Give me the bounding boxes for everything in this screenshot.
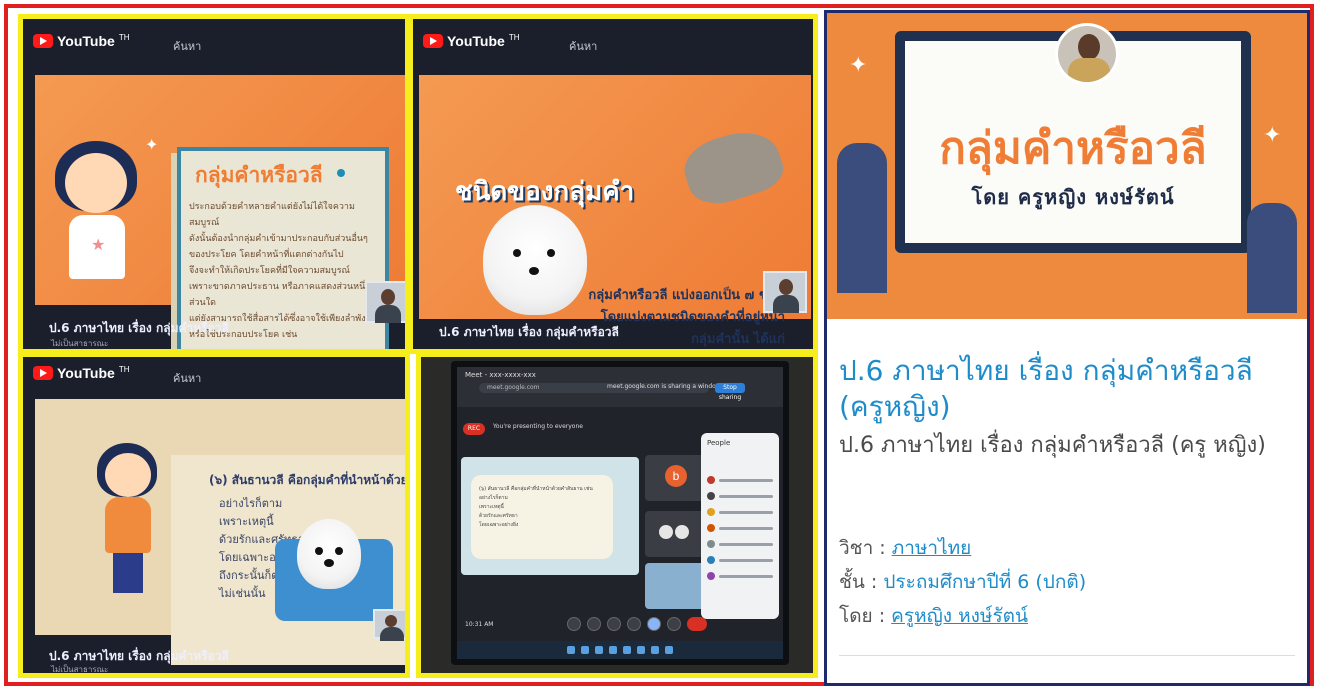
whiteboard: กลุ่มคำหรือวลี โดย ครูหญิง หงษ์รัตน์ bbox=[895, 23, 1251, 253]
present-button[interactable] bbox=[647, 617, 661, 631]
video-caption[interactable]: ป.6 ภาษาไทย เรื่อง กลุ่มคำหรือวลี bbox=[439, 323, 619, 342]
subject-row: วิชา : ภาษาไทย bbox=[839, 533, 971, 563]
teacher-photo bbox=[1055, 23, 1119, 85]
visibility-label: ไม่เป็นสาธารณะ bbox=[51, 339, 109, 348]
author-label: โดย : bbox=[839, 605, 892, 627]
presenting-notice: You're presenting to everyone bbox=[493, 423, 583, 430]
sparkle-icon: ✦ bbox=[145, 135, 159, 154]
screenshot-panel-1: YouTube TH ค้นหา กลุ่มคำหรือวลี ประกอบด้… bbox=[18, 14, 410, 354]
cartoon-girl-face bbox=[65, 153, 127, 213]
raise-hand-button[interactable] bbox=[627, 617, 641, 631]
youtube-region: TH bbox=[118, 365, 130, 374]
youtube-play-icon bbox=[33, 34, 53, 48]
slide-title: (๖) สันธานวลี คือกลุ่มคำที่นำหน้าด้วยคำส… bbox=[209, 473, 408, 487]
grade-row: ชั้น : ประถมศึกษาปีที่ 6 (ปกติ) bbox=[839, 567, 1086, 597]
white-dog-photo bbox=[483, 205, 587, 315]
laptop-screen: Meet - xxx-xxxx-xxx meet.google.com meet… bbox=[451, 361, 789, 665]
youtube-logo[interactable]: YouTube TH bbox=[33, 365, 129, 381]
grade-label: ชั้น : bbox=[839, 571, 884, 593]
screenshot-panel-4: Meet - xxx-xxxx-xxx meet.google.com meet… bbox=[416, 352, 818, 678]
youtube-region: TH bbox=[118, 33, 130, 42]
browser-tab[interactable]: Meet - xxx-xxxx-xxx bbox=[465, 371, 536, 379]
video-title[interactable]: ป.6 ภาษาไทย เรื่อง กลุ่มคำหรือวลี (ครูหญ… bbox=[839, 353, 1299, 425]
search-label[interactable]: ค้นหา bbox=[569, 37, 597, 55]
youtube-brand: YouTube bbox=[57, 33, 115, 49]
visibility-label: ไม่เป็นสาธารณะ bbox=[51, 665, 109, 674]
video-page: ✦ ✦ กลุ่มคำหรือวลี โดย ครูหญิง หงษ์รัตน์… bbox=[824, 10, 1310, 686]
shared-slide-text: (๖) สันธานวลี คือกลุ่มคำที่นำหน้าด้วยคำส… bbox=[479, 486, 593, 492]
participant-avatar: b bbox=[665, 465, 687, 487]
cartoon-student-left bbox=[837, 143, 887, 293]
author-row: โดย : ครูหญิง หงษ์รัตน์ bbox=[839, 601, 1028, 631]
teacher-webcam-inset bbox=[373, 609, 405, 641]
stop-sharing-button[interactable]: Stop sharing bbox=[715, 383, 745, 401]
browser-toolbar: Meet - xxx-xxxx-xxx meet.google.com meet… bbox=[457, 367, 783, 407]
subject-link[interactable]: ภาษาไทย bbox=[892, 537, 972, 559]
youtube-logo[interactable]: YouTube TH bbox=[423, 33, 519, 49]
captions-button[interactable] bbox=[607, 617, 621, 631]
star-icon: ★ bbox=[91, 235, 106, 254]
slide-title: กลุ่มคำหรือวลี bbox=[195, 163, 323, 187]
recording-badge: REC bbox=[463, 423, 485, 435]
youtube-region: TH bbox=[508, 33, 520, 42]
people-header: People bbox=[707, 439, 731, 447]
video-subtitle: ป.6 ภาษาไทย เรื่อง กลุ่มคำหรือวลี (ครู ห… bbox=[839, 433, 1266, 458]
meeting-controls bbox=[567, 617, 707, 631]
shared-slide: (๖) สันธานวลี คือกลุ่มคำที่นำหน้าด้วยคำส… bbox=[461, 457, 639, 575]
list-item: เพราะเหตุนี้ bbox=[219, 515, 274, 528]
elephant-illustration bbox=[677, 121, 789, 213]
list-item: อย่างไรก็ตาม bbox=[219, 497, 283, 510]
meeting-time: 10:31 AM bbox=[465, 621, 494, 628]
video-slide[interactable]: (๖) สันธานวลี คือกลุ่มคำที่นำหน้าด้วยคำส… bbox=[35, 399, 408, 665]
youtube-brand: YouTube bbox=[57, 365, 115, 381]
screenshot-panel-3: YouTube TH ค้นหา (๖) สันธานวลี คือกลุ่มค… bbox=[18, 352, 410, 678]
grade-value: ประถมศึกษาปีที่ 6 (ปกติ) bbox=[883, 571, 1087, 593]
subject-label: วิชา : bbox=[839, 537, 892, 559]
thumbnail-subtitle: โดย ครูหญิง หงษ์รัตน์ bbox=[971, 185, 1175, 209]
sparkle-icon: ✦ bbox=[849, 53, 868, 78]
taskbar bbox=[457, 641, 783, 659]
cartoon-girl-face bbox=[105, 453, 151, 497]
search-label[interactable]: ค้นหา bbox=[173, 369, 201, 387]
teacher-webcam-inset bbox=[365, 281, 405, 323]
cartoon-girl-pants bbox=[113, 553, 143, 593]
white-dog-photo bbox=[297, 519, 361, 589]
author-link[interactable]: ครูหญิง หงษ์รัตน์ bbox=[891, 605, 1028, 627]
video-details: ป.6 ภาษาไทย เรื่อง กลุ่มคำหรือวลี (ครูหญ… bbox=[827, 319, 1307, 683]
youtube-brand: YouTube bbox=[447, 33, 505, 49]
participant-tile[interactable] bbox=[645, 563, 707, 609]
leave-call-button[interactable] bbox=[687, 617, 707, 631]
camera-button[interactable] bbox=[587, 617, 601, 631]
sparkle-icon: ✦ bbox=[1263, 123, 1282, 148]
participant-tile[interactable] bbox=[645, 511, 707, 557]
thumbnail-title: กลุ่มคำหรือวลี bbox=[939, 123, 1207, 174]
search-label[interactable]: ค้นหา bbox=[173, 37, 201, 55]
people-panel: People bbox=[701, 433, 779, 619]
more-options-button[interactable] bbox=[667, 617, 681, 631]
youtube-play-icon bbox=[423, 34, 443, 48]
youtube-logo[interactable]: YouTube TH bbox=[33, 33, 129, 49]
mic-button[interactable] bbox=[567, 617, 581, 631]
sharing-notice: meet.google.com is sharing a window bbox=[607, 383, 721, 390]
video-slide[interactable]: กลุ่มคำหรือวลี ประกอบด้วยคำหลายคำแต่ยังไ… bbox=[35, 75, 405, 349]
decor-dot bbox=[337, 169, 345, 177]
cartoon-girl-shirt bbox=[105, 497, 151, 553]
video-slide[interactable]: ชนิดของกลุ่มคำ กลุ่มคำหรือวลี แบ่งออกเป็… bbox=[419, 75, 811, 347]
teacher-webcam-inset bbox=[763, 271, 807, 313]
video-caption[interactable]: ป.6 ภาษาไทย เรื่อง กลุ่มคำหรือวลี bbox=[49, 319, 229, 338]
participant-tile[interactable]: b bbox=[645, 455, 707, 501]
youtube-play-icon bbox=[33, 366, 53, 380]
divider bbox=[839, 655, 1295, 656]
screenshot-panel-2: YouTube TH ค้นหา ชนิดของกลุ่มคำ กลุ่มคำห… bbox=[408, 14, 818, 354]
video-thumbnail[interactable]: ✦ ✦ กลุ่มคำหรือวลี โดย ครูหญิง หงษ์รัตน์ bbox=[827, 13, 1307, 319]
cartoon-student-right bbox=[1247, 203, 1297, 313]
